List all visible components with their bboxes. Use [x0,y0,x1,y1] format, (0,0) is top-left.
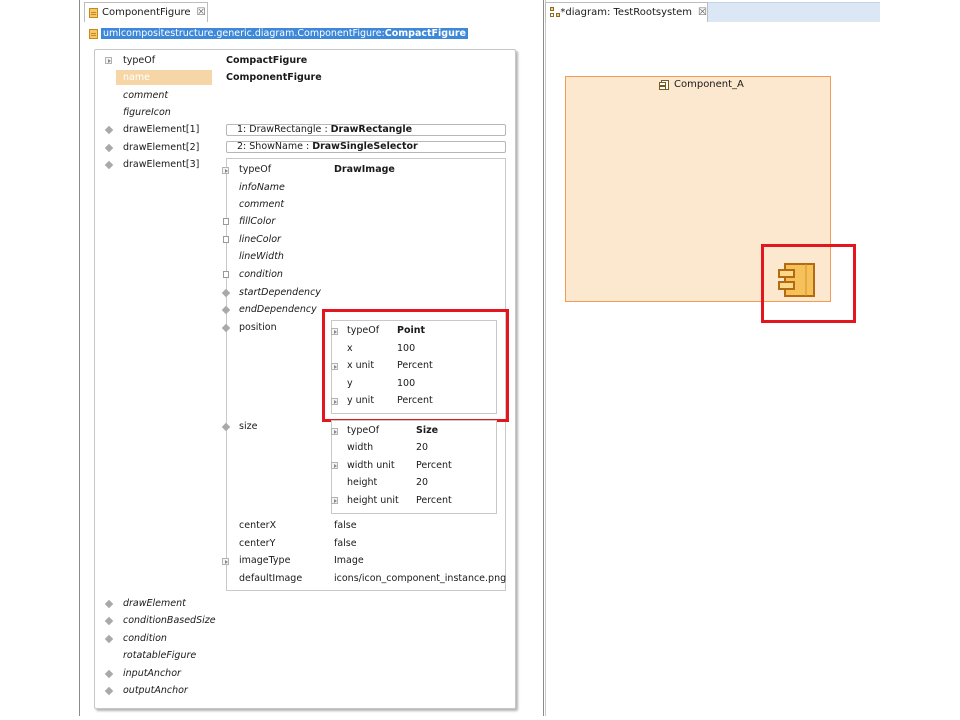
highlight-box [761,244,856,323]
di-size-label[interactable]: size [239,419,257,434]
drawelement2-index: 2: ShowName [237,141,303,152]
drawelement2-type: DrawSingleSelector [312,141,418,152]
attribute-icon [223,236,229,243]
breadcrumb-path: umlcompositestructure.generic.diagram.Co… [103,28,385,39]
prop-typeof-value[interactable]: CompactFigure [226,53,307,68]
tab-component-figure[interactable]: ComponentFigure ☒ [84,2,208,22]
size-heightunit-value[interactable]: Percent [416,493,452,508]
close-icon[interactable]: ☒ [197,7,206,18]
prop-name-value[interactable]: ComponentFigure [226,70,322,85]
size-height-label: height [347,477,378,488]
size-widthunit-value[interactable]: Percent [416,458,452,473]
di-comment-label[interactable]: comment [239,197,284,212]
component-title[interactable]: Component_A [659,78,744,91]
size-typeof-value[interactable]: Size [416,423,438,438]
prop-drawelement1-label[interactable]: drawElement[1] [123,122,199,137]
di-startdependency-label[interactable]: startDependency [239,285,321,300]
di-linecolor-label[interactable]: lineColor [239,232,281,247]
tab-diagram-label: *diagram: TestRootsystem [560,7,693,18]
prop-figureicon-label[interactable]: figureIcon [123,105,171,120]
drawelement1-sep: : [324,124,328,135]
size-width-label: width [347,442,374,453]
drawelement2-sep: : [305,141,310,152]
di-infoname-label[interactable]: infoName [239,180,285,195]
di-centery-value[interactable]: false [334,536,357,551]
expand-icon[interactable] [105,57,112,64]
prop-conditionbasedsize-label[interactable]: conditionBasedSize [123,613,216,628]
size-widthunit-label: width unit [347,460,395,471]
drawelement1-index: 1: DrawRectangle [237,124,322,135]
prop-name-selection[interactable]: name [116,70,212,85]
prop-drawelement-label[interactable]: drawElement [123,596,186,611]
prop-name-label: name [123,72,150,83]
prop-drawelement2-label[interactable]: drawElement[2] [123,140,199,155]
expand-icon[interactable] [331,497,338,504]
di-typeof-value[interactable]: DrawImage [334,162,395,177]
di-imagetype-value[interactable]: Image [334,553,364,568]
drawelement2-summary[interactable]: 2: ShowName : DrawSingleSelector [226,141,506,153]
expand-icon[interactable] [222,167,229,174]
prop-comment-label[interactable]: comment [123,88,168,103]
prop-outputanchor-label[interactable]: outputAnchor [123,683,188,698]
diagram-icon [550,7,560,18]
expand-icon[interactable] [222,558,229,565]
di-centery-label: centerY [239,538,276,549]
model-file-icon [89,28,98,39]
size-height-value[interactable]: 20 [416,475,428,490]
component-icon [659,79,669,90]
prop-drawelement3-label[interactable]: drawElement[3] [123,157,199,172]
component-name: Component_A [674,79,744,90]
expand-icon[interactable] [331,428,338,435]
model-file-icon [89,7,98,18]
size-width-value[interactable]: 20 [416,440,428,455]
di-centerx-label: centerX [239,520,277,531]
prop-inputanchor-label[interactable]: inputAnchor [123,666,181,681]
di-fillcolor-label[interactable]: fillColor [239,214,275,229]
highlight-box [322,309,509,422]
di-defaultimage-value[interactable]: icons/icon_component_instance.png [334,571,506,586]
size-typeof-label: typeOf [347,425,380,436]
breadcrumb-selected: CompactFigure [384,28,466,39]
close-icon[interactable]: ☒ [698,7,707,18]
attribute-icon [223,271,229,278]
di-imagetype-label: imageType [239,555,291,566]
di-defaultimage-label: defaultImage [239,573,303,584]
breadcrumb[interactable]: umlcompositestructure.generic.diagram.Co… [89,27,468,40]
drawelement1-summary[interactable]: 1: DrawRectangle : DrawRectangle [226,124,506,136]
di-linewidth-label[interactable]: lineWidth [239,249,284,264]
di-typeof-label: typeOf [239,164,272,175]
tab-strip-background [708,2,880,22]
attribute-icon [223,218,229,225]
prop-condition-label[interactable]: condition [123,631,167,646]
prop-typeof-label: typeOf [123,55,156,66]
di-centerx-value[interactable]: false [334,518,357,533]
di-condition-label[interactable]: condition [239,267,283,282]
prop-rotatablefigure-label[interactable]: rotatableFigure [123,648,196,663]
di-position-label[interactable]: position [239,320,277,335]
expand-icon[interactable] [331,462,338,469]
drawelement1-type: DrawRectangle [330,124,413,135]
tab-diagram[interactable]: *diagram: TestRootsystem ☒ [545,2,708,22]
tab-component-figure-label: ComponentFigure [102,7,191,18]
di-enddependency-label[interactable]: endDependency [239,302,317,317]
size-heightunit-label: height unit [347,495,399,506]
